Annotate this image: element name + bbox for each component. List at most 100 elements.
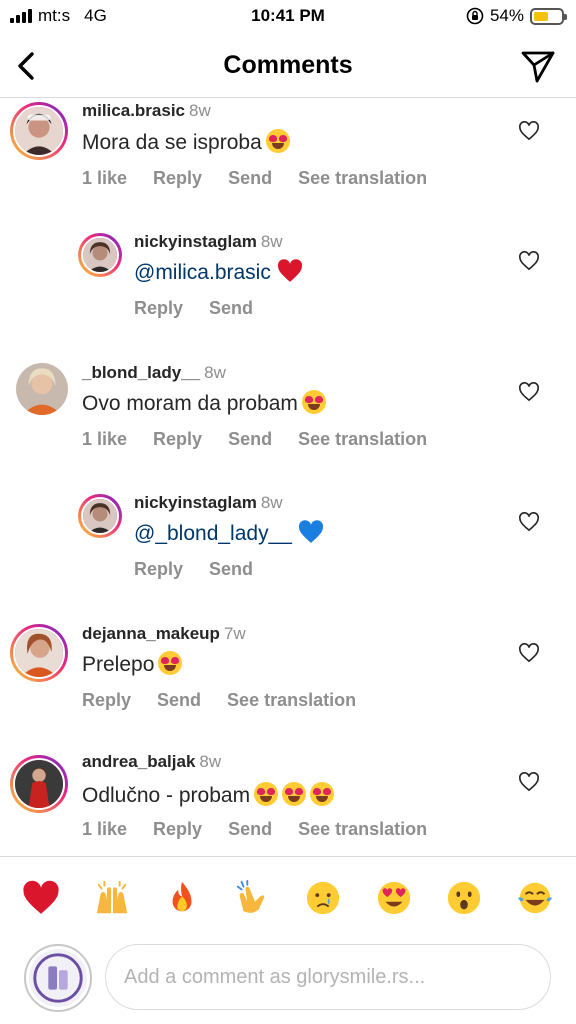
see-translation-button[interactable]: See translation: [298, 168, 427, 189]
red-heart-reaction[interactable]: [21, 878, 61, 918]
comment-username[interactable]: milica.brasic: [82, 101, 185, 120]
crying-face-reaction[interactable]: [303, 878, 343, 918]
mention-link[interactable]: @milica.brasic: [134, 261, 271, 284]
comment-text: @milica.brasic: [134, 259, 303, 285]
comment-text: @_blond_lady__: [134, 520, 324, 546]
raising-hands-icon: [96, 880, 127, 913]
reply-button[interactable]: Reply: [153, 168, 202, 189]
reply-button[interactable]: Reply: [153, 819, 202, 840]
likes-count[interactable]: 1 like: [82, 429, 127, 450]
my-avatar[interactable]: [24, 944, 92, 1012]
comment-item: dejanna_makeup 7w Prelepo Reply Send See …: [0, 621, 576, 731]
battery-percent: 54%: [489, 6, 524, 25]
send-button[interactable]: Send: [228, 429, 272, 450]
crying-face-icon: [307, 881, 340, 914]
heart-eyes-icon: [377, 881, 410, 914]
mention-link[interactable]: @_blond_lady__: [134, 522, 292, 545]
comment-username[interactable]: dejanna_makeup: [82, 624, 220, 643]
send-button[interactable]: Send: [157, 690, 201, 711]
comment-username-row: nickyinstaglam 8w: [134, 232, 283, 252]
comment-username[interactable]: andrea_baljak: [82, 752, 195, 771]
comment-time: 7w: [223, 624, 246, 643]
status-bar: mt:s 4G 10:41 PM 54%: [0, 0, 576, 34]
battery-level: [534, 11, 549, 21]
comment-username-row: nickyinstaglam 8w: [134, 493, 283, 513]
like-heart-icon[interactable]: [518, 121, 540, 141]
comment-username-row: milica.brasic 8w: [82, 101, 211, 121]
surprised-face-reaction[interactable]: [444, 878, 484, 918]
reply-item: nickyinstaglam 8w @_blond_lady__ Reply Se…: [0, 490, 576, 600]
comment-body: Ovo moram da probam: [82, 392, 298, 415]
send-button[interactable]: Send: [228, 168, 272, 189]
comments-header: Comments: [0, 34, 576, 98]
reply-button[interactable]: Reply: [153, 429, 202, 450]
comment-body: Prelepo: [82, 653, 155, 676]
comment-item: _blond_lady__ 8w Ovo moram da probam 1 li…: [0, 360, 576, 480]
like-heart-icon[interactable]: [518, 512, 540, 532]
send-button[interactable]: Send: [209, 559, 253, 580]
avatar[interactable]: [10, 102, 68, 160]
like-heart-icon[interactable]: [518, 382, 540, 402]
reply-button[interactable]: Reply: [134, 559, 183, 580]
comment-actions: 1 like Reply Send See translation: [82, 819, 427, 840]
comment-text: Prelepo: [82, 651, 183, 677]
comment-item: andrea_baljak 8w Odlučno - probam 1 like …: [0, 752, 576, 855]
send-button[interactable]: Send: [228, 819, 272, 840]
comment-time: 8w: [204, 363, 226, 382]
raising-hands-reaction[interactable]: [92, 878, 132, 918]
comment-username[interactable]: nickyinstaglam: [134, 493, 257, 512]
comment-list[interactable]: milica.brasic 8w Mora da se isproba 1 lik…: [0, 99, 576, 855]
heart-eyes-reaction[interactable]: [374, 878, 414, 918]
comment-actions: Reply Send: [134, 298, 253, 319]
status-right: 54%: [466, 6, 567, 26]
heart-eyes-emoji: [254, 782, 279, 806]
comment-username-row: dejanna_makeup 7w: [82, 624, 246, 644]
blue-heart-emoji: [298, 520, 324, 543]
like-heart-icon[interactable]: [518, 643, 540, 663]
reply-item: nickyinstaglam 8w @milica.brasic Reply Se…: [0, 229, 576, 339]
like-heart-icon[interactable]: [518, 251, 540, 271]
battery-icon: [530, 7, 567, 25]
heart-eyes-emoji: [282, 782, 307, 806]
tears-of-joy-icon: [517, 882, 552, 913]
comment-body: Mora da se isproba: [82, 131, 262, 154]
paper-plane-icon[interactable]: [520, 48, 556, 84]
heart-eyes-emoji: [301, 390, 326, 414]
comment-time: 8w: [260, 493, 283, 512]
see-translation-button[interactable]: See translation: [227, 690, 356, 711]
comment-item: milica.brasic 8w Mora da se isproba 1 lik…: [0, 99, 576, 219]
avatar[interactable]: [78, 494, 122, 538]
avatar[interactable]: [10, 624, 68, 682]
clapping-hands-reaction[interactable]: [233, 878, 273, 918]
reply-button[interactable]: Reply: [82, 690, 131, 711]
comment-username-row: andrea_baljak 8w: [82, 752, 221, 772]
see-translation-button[interactable]: See translation: [298, 819, 427, 840]
fire-reaction[interactable]: [162, 878, 202, 918]
comment-username[interactable]: _blond_lady__: [82, 363, 200, 382]
comment-composer: [0, 938, 576, 1024]
send-button[interactable]: Send: [209, 298, 253, 319]
comment-username-row: _blond_lady__ 8w: [82, 363, 226, 383]
red-heart-emoji: [277, 259, 302, 282]
heart-eyes-emoji: [158, 651, 183, 675]
see-translation-button[interactable]: See translation: [298, 429, 427, 450]
comment-username[interactable]: nickyinstaglam: [134, 232, 257, 251]
tears-of-joy-reaction[interactable]: [515, 878, 555, 918]
avatar[interactable]: [10, 755, 68, 813]
likes-count[interactable]: 1 like: [82, 168, 127, 189]
reply-button[interactable]: Reply: [134, 298, 183, 319]
likes-count[interactable]: 1 like: [82, 819, 127, 840]
avatar[interactable]: [78, 233, 122, 277]
quick-reaction-bar: [0, 856, 576, 938]
orientation-lock-icon: [466, 7, 484, 25]
comment-body: Odlučno - probam: [82, 784, 251, 807]
comment-actions: 1 like Reply Send See translation: [82, 168, 427, 189]
comment-input[interactable]: [105, 944, 551, 1010]
clapping-hands-icon: [236, 879, 265, 913]
like-heart-icon[interactable]: [518, 772, 540, 792]
avatar[interactable]: [16, 363, 68, 415]
comment-text: Mora da se isproba: [82, 129, 290, 155]
page-title: Comments: [223, 51, 353, 79]
surprised-face-icon: [448, 881, 481, 914]
heart-eyes-emoji: [265, 129, 290, 153]
